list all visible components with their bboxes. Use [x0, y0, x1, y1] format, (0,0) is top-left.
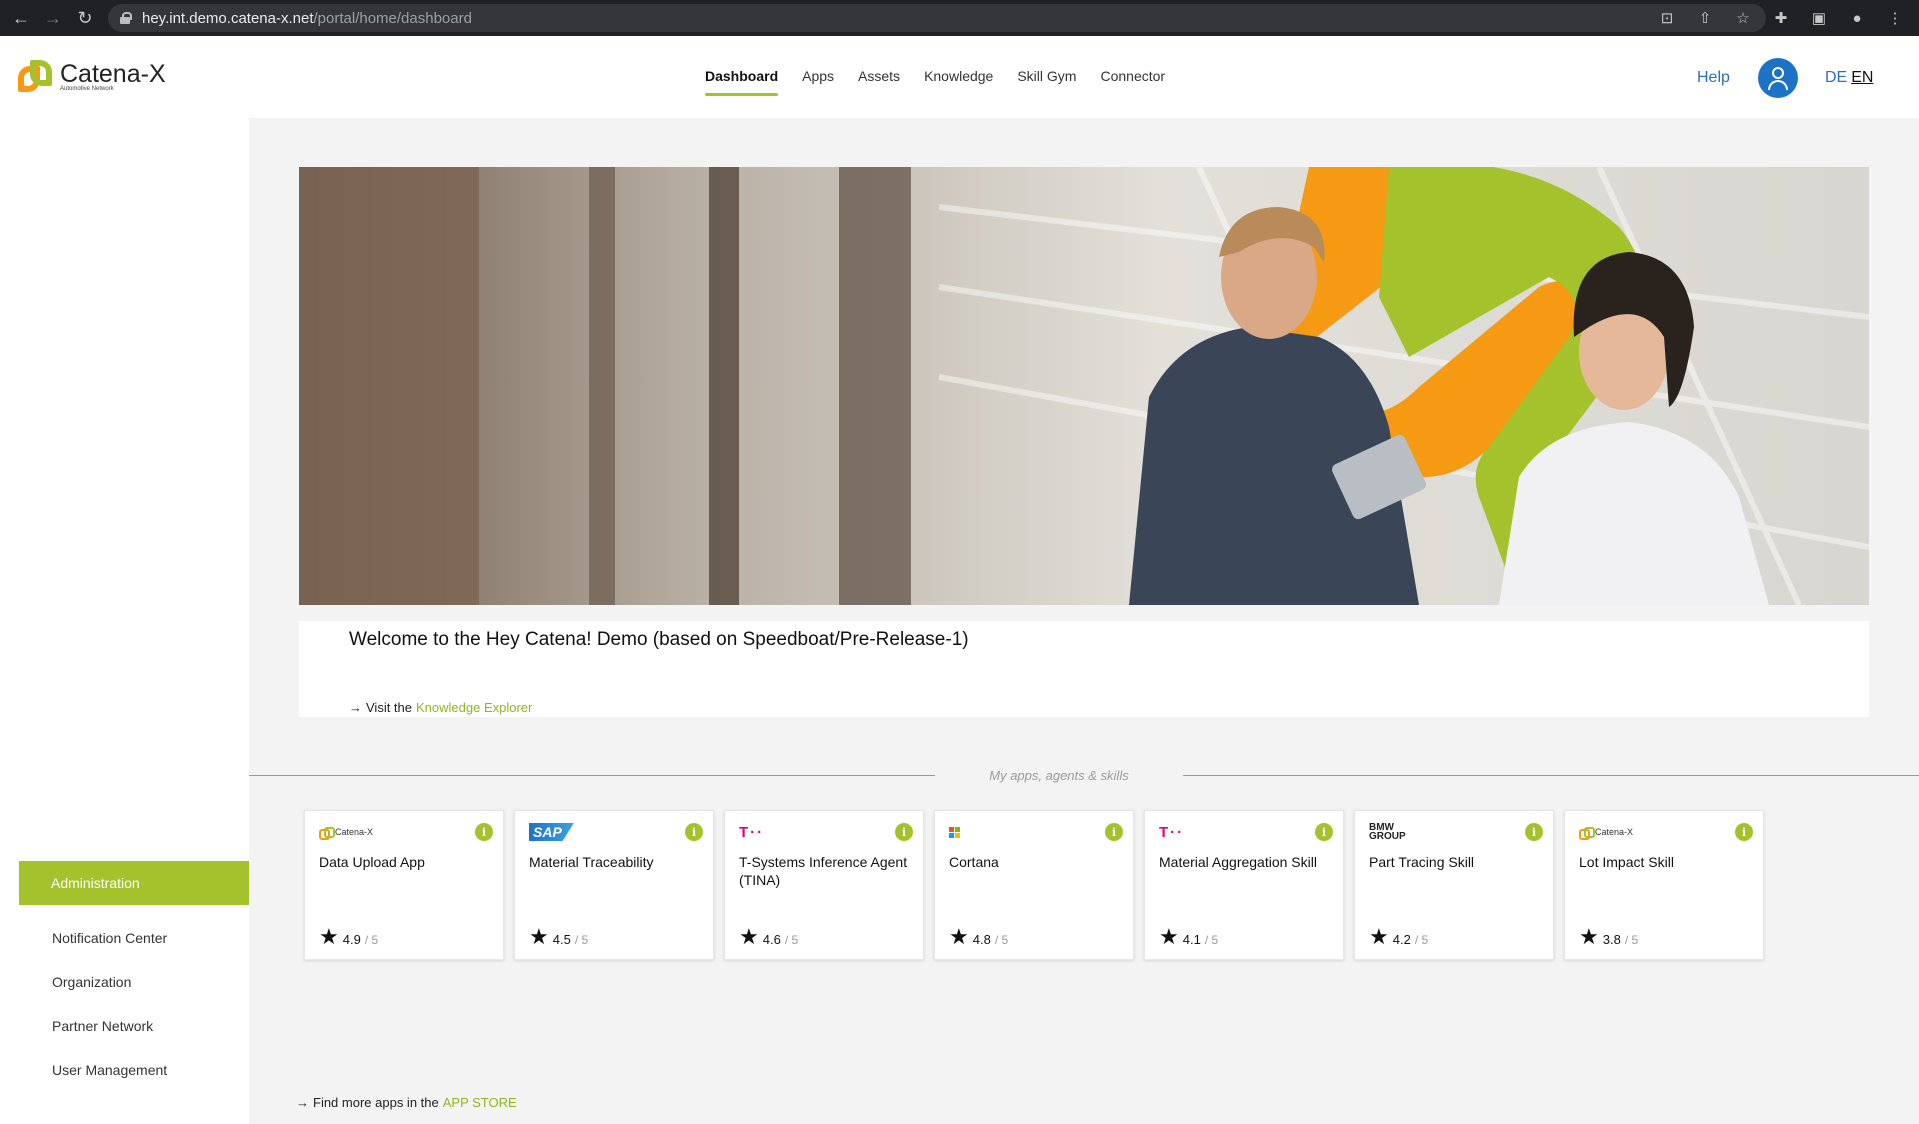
app-card-rating: ★ 3.8/ 5 [1579, 924, 1639, 949]
star-icon: ★ [319, 924, 339, 949]
bmw-group-brand-logo: BMW GROUP [1369, 822, 1406, 842]
logo-title: Catena-X [60, 60, 166, 88]
info-icon[interactable]: i [1105, 823, 1123, 841]
nav-dashboard[interactable]: Dashboard [705, 68, 779, 96]
app-store-link[interactable]: APP STORE [443, 1095, 517, 1110]
sap-brand-logo: SAP [529, 823, 574, 841]
extensions-icon[interactable]: ✚ [1771, 8, 1791, 28]
nav-connector[interactable]: Connector [1100, 68, 1165, 96]
arrow-right-icon: → [349, 700, 362, 715]
find-more-prefix: Find more apps in the [313, 1095, 439, 1110]
find-more-apps: → Find more apps in the APP STORE [296, 1095, 517, 1110]
forward-arrow-icon[interactable]: → [42, 7, 64, 29]
info-icon[interactable]: i [1315, 823, 1333, 841]
browser-toolbar: ← → ↻ hey.int.demo.catena-x.net /portal/… [0, 0, 1919, 36]
app-card-rating: ★ 4.2/ 5 [1369, 924, 1429, 949]
app-card-lot-impact[interactable]: Catena-X i Lot Impact Skill ★ 3.8/ 5 [1564, 810, 1764, 960]
welcome-panel: Welcome to the Hey Catena! Demo (based o… [299, 621, 1869, 717]
app-card-name: T-Systems Inference Agent (TINA) [739, 854, 908, 888]
catena-x-logo-icon [18, 60, 52, 96]
app-card-rating: ★ 4.9/ 5 [319, 924, 379, 949]
url-path: /portal/home/dashboard [313, 9, 472, 27]
app-cards: Catena-X i Data Upload App ★ 4.9/ 5 SAP i… [304, 810, 1764, 960]
section-label: My apps, agents & skills [989, 768, 1129, 783]
catena-x-logo[interactable]: Catena-X Automotive Network [18, 60, 166, 96]
app-card-name: Data Upload App [319, 854, 425, 870]
sidebar-item-user-management[interactable]: User Management [52, 1062, 167, 1078]
more-menu-icon[interactable]: ⋮ [1885, 8, 1905, 28]
star-icon: ★ [1159, 924, 1179, 949]
main-content: Welcome to the Hey Catena! Demo (based o… [249, 118, 1919, 1124]
star-icon: ★ [949, 924, 969, 949]
url-host: hey.int.demo.catena-x.net [142, 9, 314, 27]
translate-icon[interactable]: ⊡ [1657, 8, 1677, 28]
user-avatar-button[interactable] [1758, 58, 1798, 98]
arrow-right-icon: → [296, 1095, 309, 1110]
sidebar-item-notification-center[interactable]: Notification Center [52, 930, 167, 946]
star-icon: ★ [1369, 924, 1389, 949]
catena-x-brand-logo: Catena-X [319, 823, 373, 841]
info-icon[interactable]: i [1525, 823, 1543, 841]
address-bar[interactable]: hey.int.demo.catena-x.net /portal/home/d… [108, 4, 1766, 32]
app-card-rating: ★ 4.1/ 5 [1159, 924, 1219, 949]
nav-skill-gym[interactable]: Skill Gym [1017, 68, 1076, 96]
hero-banner-image [299, 167, 1869, 605]
star-icon: ★ [529, 924, 549, 949]
telekom-brand-logo: T·· [1159, 823, 1185, 841]
app-card-rating: ★ 4.8/ 5 [949, 924, 1009, 949]
section-divider-left [249, 775, 935, 776]
telekom-brand-logo: T·· [739, 823, 765, 841]
app-card-name: Lot Impact Skill [1579, 854, 1674, 870]
share-icon[interactable]: ⇧ [1695, 8, 1715, 28]
nav-assets[interactable]: Assets [858, 68, 900, 96]
user-icon [1772, 67, 1784, 79]
profile-icon[interactable]: ● [1847, 8, 1867, 28]
info-icon[interactable]: i [1735, 823, 1753, 841]
bookmark-star-icon[interactable]: ☆ [1733, 8, 1753, 28]
microsoft-brand-logo [949, 823, 960, 841]
language-switcher: DE EN [1825, 69, 1873, 87]
app-card-rating: ★ 4.5/ 5 [529, 924, 589, 949]
help-link[interactable]: Help [1697, 69, 1730, 87]
app-card-name: Material Aggregation Skill [1159, 854, 1317, 870]
sidebar-item-partner-network[interactable]: Partner Network [52, 1018, 153, 1034]
sidebar: Administration Notification Center Organ… [0, 118, 249, 1124]
app-card-tina[interactable]: T·· i T-Systems Inference Agent (TINA) ★… [724, 810, 924, 960]
nav-knowledge[interactable]: Knowledge [924, 68, 993, 96]
lock-icon [120, 12, 132, 24]
app-card-part-tracing[interactable]: BMW GROUP i Part Tracing Skill ★ 4.2/ 5 [1354, 810, 1554, 960]
welcome-title: Welcome to the Hey Catena! Demo (based o… [349, 629, 969, 650]
reload-icon[interactable]: ↻ [74, 7, 96, 29]
catena-x-brand-logo: Catena-X [1579, 823, 1633, 841]
app-card-name: Material Traceability [529, 854, 654, 870]
back-arrow-icon[interactable]: ← [10, 7, 32, 29]
sidebar-item-organization[interactable]: Organization [52, 974, 131, 990]
app-card-name: Part Tracing Skill [1369, 854, 1475, 870]
app-card-material-aggregation[interactable]: T·· i Material Aggregation Skill ★ 4.1/ 5 [1144, 810, 1344, 960]
section-divider-right [1183, 775, 1919, 776]
lang-de[interactable]: DE [1825, 69, 1847, 87]
app-card-name: Cortana [949, 854, 999, 870]
app-card-material-traceability[interactable]: SAP i Material Traceability ★ 4.5/ 5 [514, 810, 714, 960]
nav-apps[interactable]: Apps [802, 68, 834, 96]
app-card-cortana[interactable]: i Cortana ★ 4.8/ 5 [934, 810, 1134, 960]
star-icon: ★ [739, 924, 759, 949]
side-panel-icon[interactable]: ▣ [1809, 8, 1829, 28]
info-icon[interactable]: i [475, 823, 493, 841]
info-icon[interactable]: i [895, 823, 913, 841]
knowledge-explorer-link[interactable]: Knowledge Explorer [416, 700, 532, 715]
app-card-data-upload[interactable]: Catena-X i Data Upload App ★ 4.9/ 5 [304, 810, 504, 960]
visit-knowledge-explorer: → Visit the Knowledge Explorer [349, 700, 532, 715]
main-nav: Dashboard Apps Assets Knowledge Skill Gy… [705, 68, 1165, 96]
info-icon[interactable]: i [685, 823, 703, 841]
visit-prefix: Visit the [366, 700, 413, 715]
portal-header: Catena-X Automotive Network Dashboard Ap… [0, 36, 1919, 118]
app-card-rating: ★ 4.6/ 5 [739, 924, 799, 949]
lang-en[interactable]: EN [1851, 69, 1873, 87]
star-icon: ★ [1579, 924, 1599, 949]
sidebar-item-administration[interactable]: Administration [19, 861, 249, 905]
